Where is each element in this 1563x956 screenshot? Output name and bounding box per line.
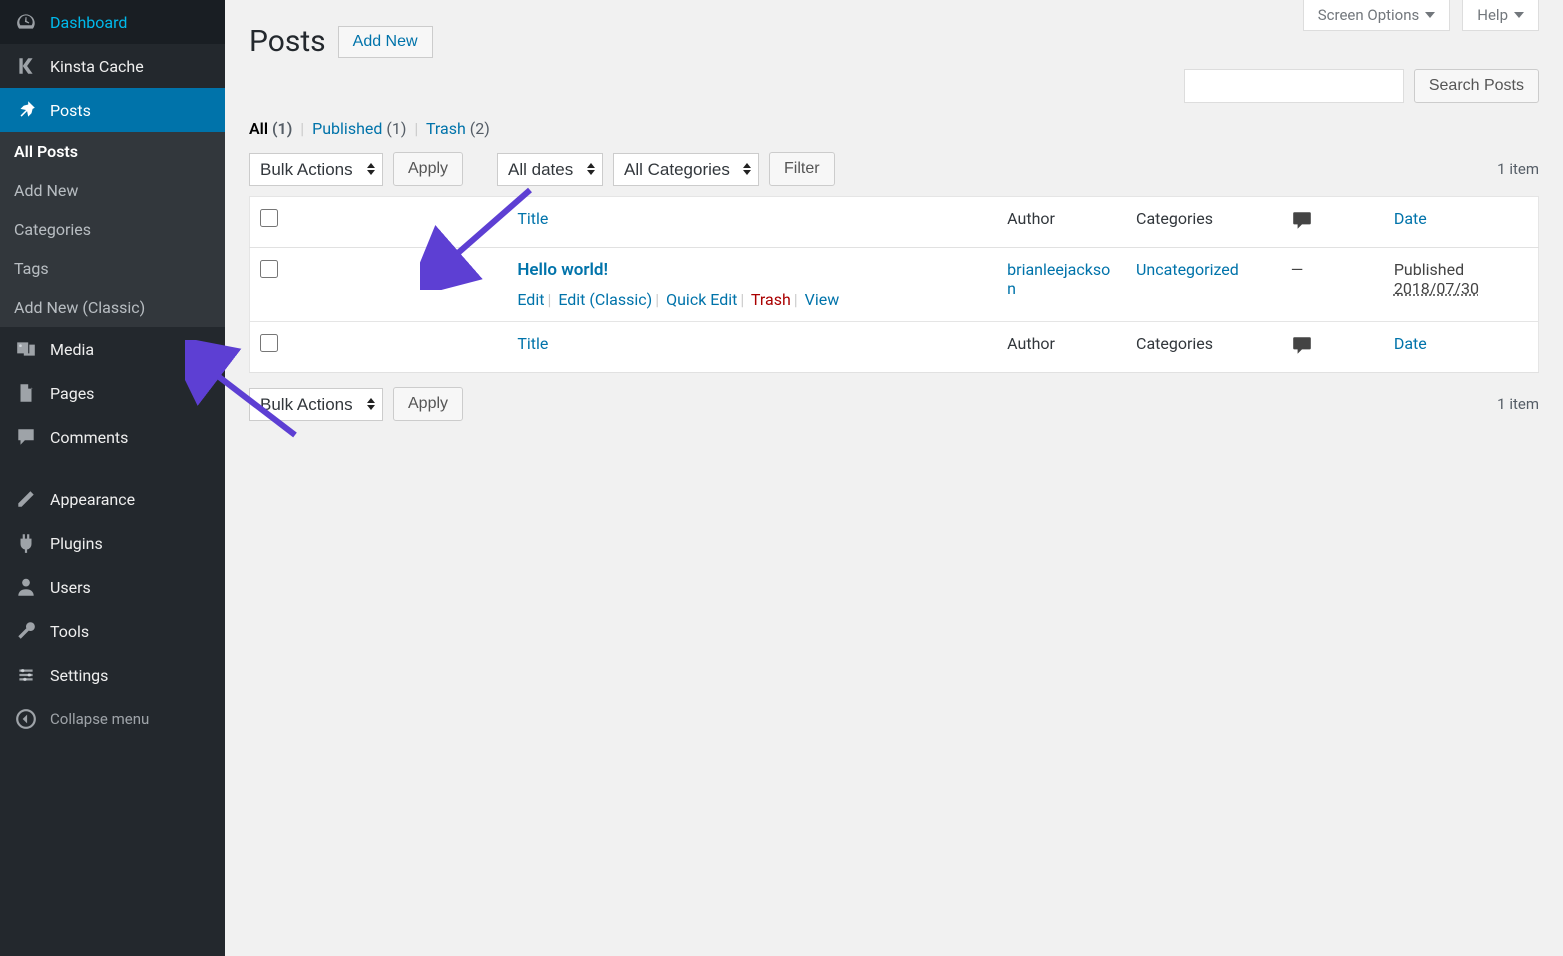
sidebar-label: Plugins bbox=[50, 534, 103, 553]
sidebar-item-pages[interactable]: Pages bbox=[0, 371, 225, 415]
main-content: Screen Options Help Posts Add New Search… bbox=[225, 0, 1563, 956]
col-categories-foot: Categories bbox=[1126, 322, 1281, 373]
filter-trash[interactable]: Trash (2) bbox=[426, 119, 490, 138]
post-category-link[interactable]: Uncategorized bbox=[1136, 260, 1239, 279]
item-count-bottom: 1 item bbox=[1497, 395, 1539, 413]
sidebar-item-users[interactable]: Users bbox=[0, 565, 225, 609]
item-count-top: 1 item bbox=[1497, 160, 1539, 178]
page-title: Posts bbox=[249, 24, 326, 59]
post-title-link[interactable]: Hello world! bbox=[517, 260, 608, 280]
comments-icon bbox=[1291, 209, 1313, 231]
comments-icon bbox=[14, 425, 38, 449]
sidebar-label: Users bbox=[50, 578, 91, 597]
bulk-actions-select[interactable]: Bulk Actions bbox=[249, 153, 383, 186]
tools-icon bbox=[14, 619, 38, 643]
date-filter-select[interactable]: All dates bbox=[497, 153, 603, 186]
sidebar-label: Posts bbox=[50, 101, 91, 120]
apply-button-top[interactable]: Apply bbox=[393, 152, 463, 186]
dashboard-icon bbox=[14, 10, 38, 34]
sidebar-label: Appearance bbox=[50, 490, 135, 509]
sidebar-label: Settings bbox=[50, 666, 108, 685]
plugins-icon bbox=[14, 531, 38, 555]
action-edit-classic[interactable]: Edit (Classic) bbox=[558, 290, 652, 309]
sidebar-label: Tools bbox=[50, 622, 89, 641]
table-row: Hello world! Edit| Edit (Classic)| Quick… bbox=[250, 248, 1539, 322]
action-quick-edit[interactable]: Quick Edit bbox=[666, 290, 737, 309]
col-title-foot[interactable]: Title bbox=[517, 334, 548, 353]
col-comments-foot bbox=[1281, 322, 1384, 373]
collapse-icon bbox=[14, 707, 38, 731]
action-edit[interactable]: Edit bbox=[517, 290, 544, 309]
category-filter-select[interactable]: All Categories bbox=[613, 153, 759, 186]
sidebar-item-kinsta-cache[interactable]: Kinsta Cache bbox=[0, 44, 225, 88]
select-all-top[interactable] bbox=[260, 209, 278, 227]
sidebar-item-settings[interactable]: Settings bbox=[0, 653, 225, 697]
admin-sidebar: Dashboard Kinsta Cache Posts All Posts A… bbox=[0, 0, 225, 956]
appearance-icon bbox=[14, 487, 38, 511]
col-author-foot: Author bbox=[997, 322, 1126, 373]
users-icon bbox=[14, 575, 38, 599]
sidebar-label: Pages bbox=[50, 384, 94, 403]
add-new-button[interactable]: Add New bbox=[338, 26, 433, 58]
apply-button-bottom[interactable]: Apply bbox=[393, 387, 463, 421]
kinsta-icon bbox=[14, 54, 38, 78]
settings-icon bbox=[14, 663, 38, 687]
filter-published[interactable]: Published (1) bbox=[312, 119, 406, 138]
sidebar-item-posts[interactable]: Posts bbox=[0, 88, 225, 132]
posts-submenu: All Posts Add New Categories Tags Add Ne… bbox=[0, 132, 225, 327]
bulk-actions-select-bottom[interactable]: Bulk Actions bbox=[249, 388, 383, 421]
post-date-status: Published bbox=[1394, 260, 1528, 279]
sidebar-label: Media bbox=[50, 340, 94, 359]
sidebar-item-comments[interactable]: Comments bbox=[0, 415, 225, 459]
submenu-categories[interactable]: Categories bbox=[0, 210, 225, 249]
filter-button[interactable]: Filter bbox=[769, 152, 835, 186]
col-comments bbox=[1281, 197, 1384, 248]
action-view[interactable]: View bbox=[805, 290, 840, 309]
sidebar-item-media[interactable]: Media bbox=[0, 327, 225, 371]
submenu-add-new-classic[interactable]: Add New (Classic) bbox=[0, 288, 225, 327]
sidebar-item-appearance[interactable]: Appearance bbox=[0, 477, 225, 521]
row-actions: Edit| Edit (Classic)| Quick Edit| Trash|… bbox=[517, 290, 987, 309]
pin-icon bbox=[14, 98, 38, 122]
media-icon bbox=[14, 337, 38, 361]
post-date: 2018/07/30 bbox=[1394, 279, 1528, 298]
posts-table: Title Author Categories Date Hello world… bbox=[249, 196, 1539, 373]
collapse-label: Collapse menu bbox=[50, 710, 149, 728]
sidebar-label: Comments bbox=[50, 428, 128, 447]
sidebar-item-tools[interactable]: Tools bbox=[0, 609, 225, 653]
select-all-bottom[interactable] bbox=[260, 334, 278, 352]
col-date-foot[interactable]: Date bbox=[1394, 334, 1427, 353]
help-tab[interactable]: Help bbox=[1462, 0, 1539, 31]
sidebar-item-dashboard[interactable]: Dashboard bbox=[0, 0, 225, 44]
status-filters: All (1) | Published (1) | Trash (2) bbox=[249, 119, 1539, 138]
row-checkbox[interactable] bbox=[260, 260, 278, 278]
pages-icon bbox=[14, 381, 38, 405]
submenu-tags[interactable]: Tags bbox=[0, 249, 225, 288]
comments-icon bbox=[1291, 334, 1313, 356]
submenu-all-posts[interactable]: All Posts bbox=[0, 132, 225, 171]
col-author: Author bbox=[997, 197, 1126, 248]
search-posts-button[interactable]: Search Posts bbox=[1414, 69, 1539, 103]
caret-down-icon bbox=[1514, 12, 1524, 18]
caret-down-icon bbox=[1425, 12, 1435, 18]
col-categories: Categories bbox=[1126, 197, 1281, 248]
screen-options-tab[interactable]: Screen Options bbox=[1303, 0, 1451, 31]
col-date[interactable]: Date bbox=[1394, 209, 1427, 228]
post-author-link[interactable]: brianleejackson bbox=[1007, 260, 1110, 298]
collapse-menu[interactable]: Collapse menu bbox=[0, 697, 225, 741]
sidebar-item-plugins[interactable]: Plugins bbox=[0, 521, 225, 565]
submenu-add-new[interactable]: Add New bbox=[0, 171, 225, 210]
post-comments: — bbox=[1281, 248, 1384, 322]
col-title[interactable]: Title bbox=[517, 209, 548, 228]
filter-all[interactable]: All (1) bbox=[249, 119, 292, 138]
search-posts-input[interactable] bbox=[1184, 69, 1404, 103]
sidebar-label: Kinsta Cache bbox=[50, 57, 144, 76]
action-trash[interactable]: Trash bbox=[751, 290, 791, 309]
sidebar-label: Dashboard bbox=[50, 13, 127, 32]
